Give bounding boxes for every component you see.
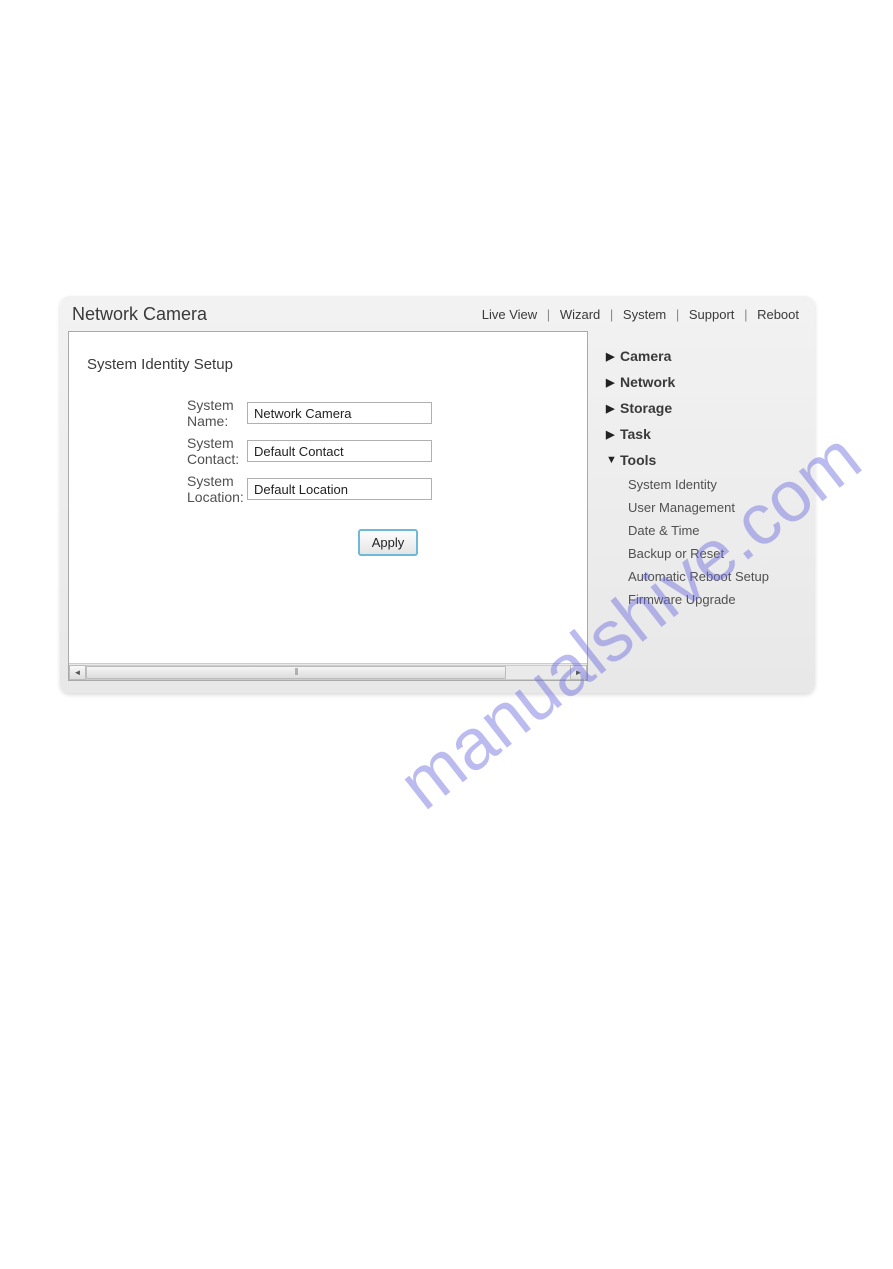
- nav-support[interactable]: Support: [685, 307, 739, 322]
- sidebar-item-storage[interactable]: ▶ Storage: [606, 395, 815, 421]
- top-nav: Live View | Wizard | System | Support | …: [478, 307, 803, 322]
- row-system-contact: System Contact:: [87, 435, 569, 467]
- nav-separator: |: [545, 307, 552, 322]
- input-system-contact[interactable]: [247, 440, 432, 462]
- subitem-system-identity[interactable]: System Identity: [606, 473, 815, 496]
- sidebar-item-tools[interactable]: ▼ Tools: [606, 447, 815, 473]
- apply-button[interactable]: Apply: [358, 529, 419, 556]
- scroll-track[interactable]: |||: [86, 665, 570, 680]
- horizontal-scrollbar[interactable]: ◄ ||| ►: [69, 663, 587, 680]
- input-system-location[interactable]: [247, 478, 432, 500]
- input-system-name[interactable]: [247, 402, 432, 424]
- chevron-right-icon: ▶: [606, 402, 620, 415]
- nav-separator: |: [608, 307, 615, 322]
- chevron-right-icon: ▶: [606, 376, 620, 389]
- nav-separator: |: [742, 307, 749, 322]
- subitem-date-time[interactable]: Date & Time: [606, 519, 815, 542]
- label-system-name: System Name:: [87, 397, 247, 429]
- sidebar-item-label: Storage: [620, 400, 672, 416]
- chevron-right-icon: ▶: [606, 428, 620, 441]
- content-frame: System Identity Setup System Name: Syste…: [68, 331, 588, 681]
- row-system-name: System Name:: [87, 397, 569, 429]
- sidebar-item-label: Tools: [620, 452, 656, 468]
- panel-header: Network Camera Live View | Wizard | Syst…: [60, 296, 815, 331]
- scroll-left-arrow-icon[interactable]: ◄: [69, 665, 86, 680]
- row-system-location: System Location:: [87, 473, 569, 505]
- sidebar-item-label: Camera: [620, 348, 671, 364]
- content-title: System Identity Setup: [87, 356, 569, 373]
- chevron-down-icon: ▼: [606, 454, 620, 466]
- sidebar-item-camera[interactable]: ▶ Camera: [606, 343, 815, 369]
- subitem-user-management[interactable]: User Management: [606, 496, 815, 519]
- sidebar-item-network[interactable]: ▶ Network: [606, 369, 815, 395]
- main-area: System Identity Setup System Name: Syste…: [60, 331, 815, 681]
- main-panel: Network Camera Live View | Wizard | Syst…: [60, 296, 815, 693]
- scroll-grip-icon: |||: [295, 669, 297, 676]
- nav-wizard[interactable]: Wizard: [556, 307, 604, 322]
- label-system-contact: System Contact:: [87, 435, 247, 467]
- scroll-thumb[interactable]: |||: [86, 666, 506, 679]
- sidebar-item-task[interactable]: ▶ Task: [606, 421, 815, 447]
- nav-reboot[interactable]: Reboot: [753, 307, 803, 322]
- nav-system[interactable]: System: [619, 307, 670, 322]
- sidebar: ▶ Camera ▶ Network ▶ Storage ▶ Task ▼ To…: [588, 331, 815, 681]
- scroll-right-arrow-icon[interactable]: ►: [570, 665, 587, 680]
- subitem-automatic-reboot[interactable]: Automatic Reboot Setup: [606, 565, 815, 588]
- content-body: System Identity Setup System Name: Syste…: [69, 332, 587, 663]
- nav-live-view[interactable]: Live View: [478, 307, 541, 322]
- subitem-backup-reset[interactable]: Backup or Reset: [606, 542, 815, 565]
- chevron-right-icon: ▶: [606, 350, 620, 363]
- sidebar-item-label: Network: [620, 374, 675, 390]
- apply-row: Apply: [87, 529, 569, 556]
- label-system-location: System Location:: [87, 473, 247, 505]
- nav-separator: |: [674, 307, 681, 322]
- page-title: Network Camera: [72, 304, 207, 325]
- sidebar-item-label: Task: [620, 426, 651, 442]
- subitem-firmware-upgrade[interactable]: Firmware Upgrade: [606, 588, 815, 611]
